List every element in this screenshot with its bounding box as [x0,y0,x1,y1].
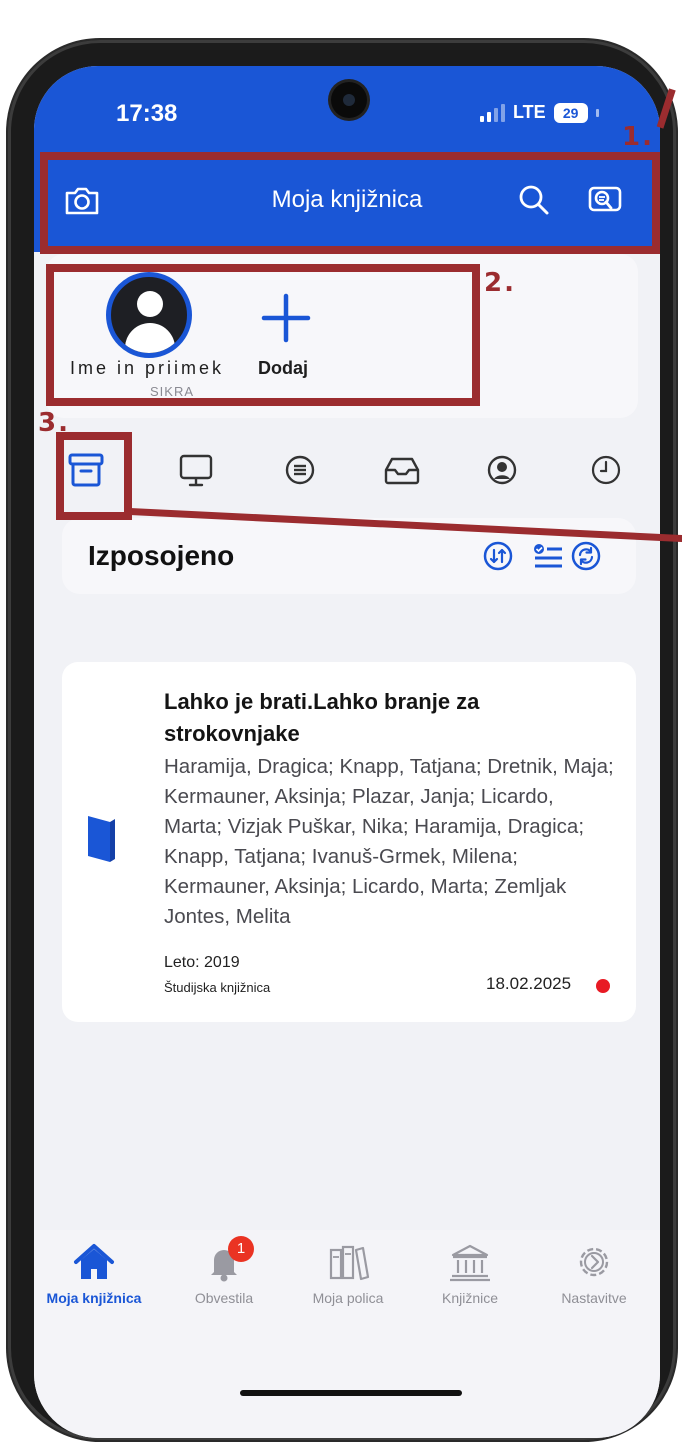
book-library: Študijska knjižnica [164,980,271,995]
status-indicators: LTE 29 [480,102,599,123]
nav-label: Knjižnice [441,1290,499,1306]
nav-item-obvestila[interactable]: 1 Obvestila [164,1236,284,1312]
inbox-icon[interactable] [382,450,422,490]
due-date: 18.02.2025 [486,974,572,993]
bookshelf-icon [329,1245,370,1281]
book-authors: Haramija, Dragica; Knapp, Tatjana; Dretn… [164,755,614,928]
battery-icon: 29 [553,102,588,123]
notification-badge: 1 [228,1236,254,1262]
checklist-icon[interactable] [532,540,564,572]
refresh-icon[interactable] [570,540,602,572]
nav-label: Moja polica [312,1290,384,1306]
battery-tip [595,108,599,117]
user-circle-icon[interactable] [482,450,522,490]
home-icon [74,1244,114,1279]
annotation-number-1: 1. [622,122,654,152]
annotation-box-1 [40,152,660,254]
monitor-icon[interactable] [176,450,216,490]
book-year: Leto: 2019 [164,954,240,971]
front-camera [331,82,367,118]
annotation-box-3 [56,432,132,520]
nav-item-knjiznice[interactable]: Knjižnice [410,1242,530,1312]
annotation-box-2 [46,264,480,406]
nav-item-nastavitve[interactable]: Nastavitve [534,1242,654,1312]
signal-icon [480,103,505,122]
nav-item-moja-knjiznica[interactable]: Moja knjižnica [34,1242,154,1312]
section-title: Izposojeno [88,540,235,571]
home-indicator [240,1390,462,1396]
nav-item-moja-polica[interactable]: Moja polica [288,1242,408,1312]
network-label: LTE [513,102,546,122]
nav-label: Obvestila [194,1290,254,1306]
book-title[interactable]: Lahko je brati.Lahko branje za strokovnj… [164,686,604,750]
nav-label: Moja knjižnica [46,1290,142,1306]
settings-icon [579,1247,609,1277]
book-icon [88,816,115,862]
library-building-icon [450,1244,490,1282]
annotation-number-2: 2. [484,268,516,298]
nav-label: Nastavitve [561,1290,627,1306]
status-dot [596,979,610,993]
coins-icon[interactable] [280,450,320,490]
clock-icon[interactable] [586,450,626,490]
sort-icon[interactable] [482,540,514,572]
status-time: 17:38 [116,100,178,127]
annotation-number-3: 3. [38,408,70,438]
